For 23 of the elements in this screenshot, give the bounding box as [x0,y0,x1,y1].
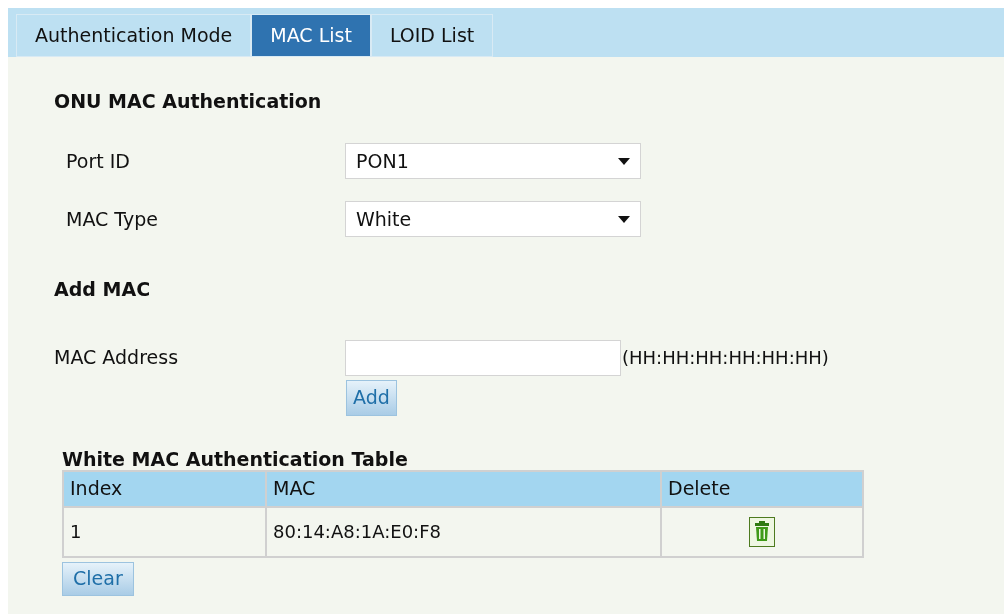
column-header: MAC [266,470,661,507]
field-label: Port ID [65,148,131,174]
clear-button[interactable]: Clear [62,561,134,596]
tab[interactable]: LOID List [370,14,494,57]
table-cell: 80:14:A8:1A:E0:F8 [266,506,661,557]
trash-icon[interactable] [749,516,775,547]
table-cell: 1 [63,506,266,557]
section-title: Add MAC [54,277,152,302]
caret-icon [618,157,630,165]
tab[interactable]: MAC List [251,14,371,57]
field-label: MAC Address [54,345,180,371]
table-title: White MAC Authentication Table [62,447,409,470]
dropdown[interactable]: PON1 [345,143,641,179]
mac-address-field[interactable] [345,339,621,376]
add-button[interactable]: Add [346,379,397,416]
tab[interactable]: Authentication Mode [16,14,252,57]
format-hint: (HH:HH:HH:HH:HH:HH) [622,346,829,370]
dropdown[interactable]: White [345,201,641,237]
section-title: ONU MAC Authentication [54,89,323,113]
column-header: Delete [661,470,863,507]
caret-icon [618,215,630,223]
column-header: Index [63,470,266,507]
field-label: MAC Type [65,206,159,232]
